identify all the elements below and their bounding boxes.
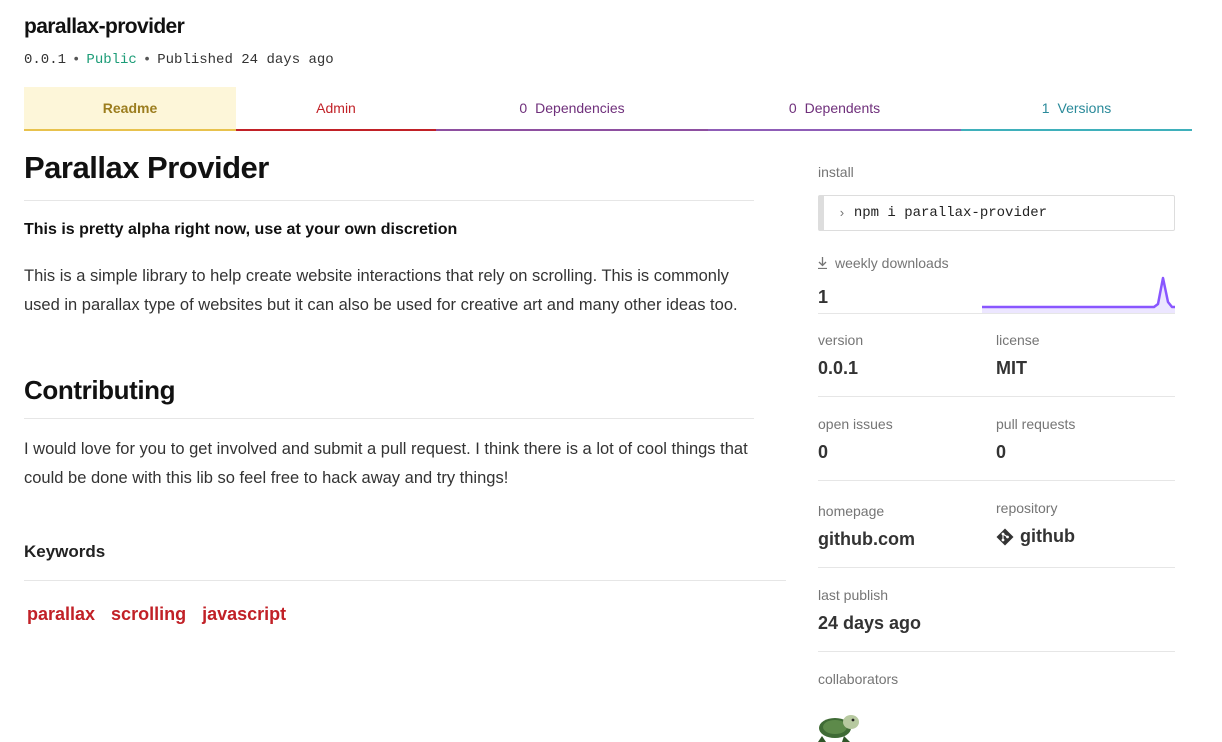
download-icon [818,257,827,269]
contributing-divider [24,418,754,419]
tab-dependencies[interactable]: 0 Dependencies [436,87,708,131]
open-issues-value[interactable]: 0 [818,442,828,463]
package-name: parallax-provider [24,15,185,38]
versions-count: 1 [1041,100,1050,116]
published-prefix: Published [157,52,233,68]
install-command: npm i parallax-provider [853,205,1048,221]
contributing-heading: Contributing [24,375,176,405]
last-publish-value: 24 days ago [818,613,922,633]
keywords-heading: Keywords [24,542,106,561]
homepage-link[interactable]: github.com [818,529,915,550]
license-label: license [996,332,1040,348]
chevron-right-icon: › [838,205,846,221]
version-value: 0.0.1 [818,358,859,378]
repository-link[interactable]: github [996,526,1075,547]
repository-label: repository [996,500,1058,516]
downloads-divider [818,313,1175,314]
tab-readme[interactable]: Readme [24,87,236,131]
version-divider [818,396,1175,397]
keywords-divider [24,580,786,581]
tab-admin-label: Admin [316,100,356,116]
keywords-list: parallax scrolling javascript [27,604,286,625]
issues-divider [818,480,1175,481]
keyword-link[interactable]: scrolling [111,604,186,625]
tab-dependencies-label: Dependencies [535,100,625,116]
dependencies-count: 0 [519,100,528,116]
contributing-text: I would love for you to get involved and… [24,440,748,487]
readme-intro: This is a simple library to help create … [24,267,738,314]
license-value: MIT [996,358,1027,378]
install-command-box[interactable]: › npm i parallax-provider [818,195,1175,231]
tab-admin[interactable]: Admin [236,87,436,131]
dependents-count: 0 [788,100,797,116]
collaborator-avatar[interactable] [818,700,860,742]
version-label: version [818,332,864,348]
tab-readme-label: Readme [102,100,158,116]
package-version: 0.0.1 [24,52,67,68]
keyword-link[interactable]: parallax [27,604,95,625]
package-meta: 0.0.1 • Public • Published 24 days ago [24,52,334,68]
collaborators-label: collaborators [818,671,899,687]
published-ago: 24 days ago [241,52,334,68]
pull-requests-label: pull requests [996,416,1076,432]
git-icon [996,528,1014,545]
homepage-divider [818,567,1175,568]
downloads-sparkline [982,276,1175,314]
repository-name: github [1020,526,1075,546]
pull-requests-value[interactable]: 0 [996,442,1006,463]
keyword-link[interactable]: javascript [202,604,286,625]
publish-divider [818,651,1175,652]
tab-dependents-label: Dependents [804,100,881,116]
open-issues-label: open issues [818,416,893,432]
tab-versions[interactable]: 1 Versions [961,87,1192,131]
readme-notice: This is pretty alpha right now, use at y… [24,221,458,238]
visibility-badge: Public [86,52,137,68]
install-label: install [818,164,854,180]
meta-separator: • [142,52,152,68]
weekly-downloads-label-row: weekly downloads [818,255,949,271]
last-publish-label: last publish [818,587,889,603]
tab-dependents[interactable]: 0 Dependents [708,87,961,131]
readme-title: Parallax Provider [24,150,269,185]
meta-separator: • [72,52,81,68]
weekly-downloads-count: 1 [818,287,829,307]
homepage-label: homepage [818,503,885,519]
package-tabs: Readme Admin 0 Dependencies 0 Dependents 1… [24,87,1192,131]
title-divider [24,200,754,201]
tab-versions-label: Versions [1057,100,1112,116]
weekly-downloads-label: weekly downloads [835,255,949,271]
